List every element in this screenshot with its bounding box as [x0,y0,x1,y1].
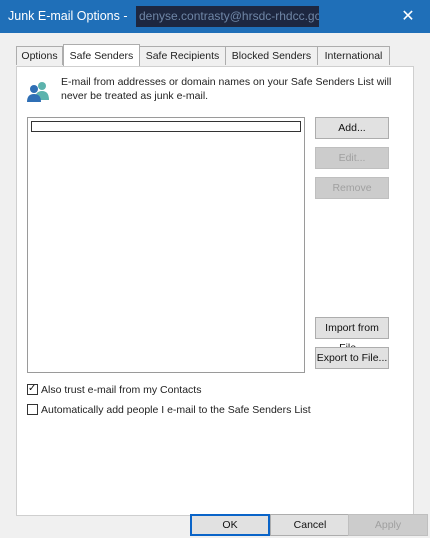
add-button[interactable]: Add... [315,117,389,139]
tab-safe-senders[interactable]: Safe Senders [63,44,140,66]
auto-add-checkbox[interactable] [27,404,38,415]
trust-contacts-checkbox[interactable]: ✓ [27,383,38,395]
import-from-file-button[interactable]: Import from File... [315,317,389,354]
list-item[interactable] [31,121,301,132]
remove-button[interactable]: Remove [315,177,389,199]
safe-senders-list[interactable] [27,117,305,373]
tab-blocked-senders[interactable]: Blocked Senders [226,46,318,65]
export-to-file-button[interactable]: Export to File... [315,347,389,369]
window-title: Junk E-mail Options - [8,9,128,23]
ok-button[interactable]: OK [190,514,270,536]
tab-international[interactable]: International [318,46,390,65]
safe-senders-panel: E-mail from addresses or domain names on… [16,66,414,516]
title-bar: Junk E-mail Options - denyse.contrasty@h… [0,0,430,33]
tab-safe-recipients[interactable]: Safe Recipients [140,46,226,65]
close-icon[interactable]: ✕ [386,0,430,33]
edit-button[interactable]: Edit... [315,147,389,169]
cancel-button[interactable]: Cancel [270,514,350,536]
contacts-icon [27,82,49,102]
checkmark-icon: ✓ [28,383,37,394]
account-address: denyse.contrasty@hrsdc-rhdcc.gc.ca [136,6,319,27]
safe-senders-description: E-mail from addresses or domain names on… [61,76,392,102]
apply-button[interactable]: Apply [348,514,428,536]
tab-options[interactable]: Options [16,46,63,65]
auto-add-label: Automatically add people I e-mail to the… [41,404,311,416]
trust-contacts-label: Also trust e-mail from my Contacts [41,384,202,396]
